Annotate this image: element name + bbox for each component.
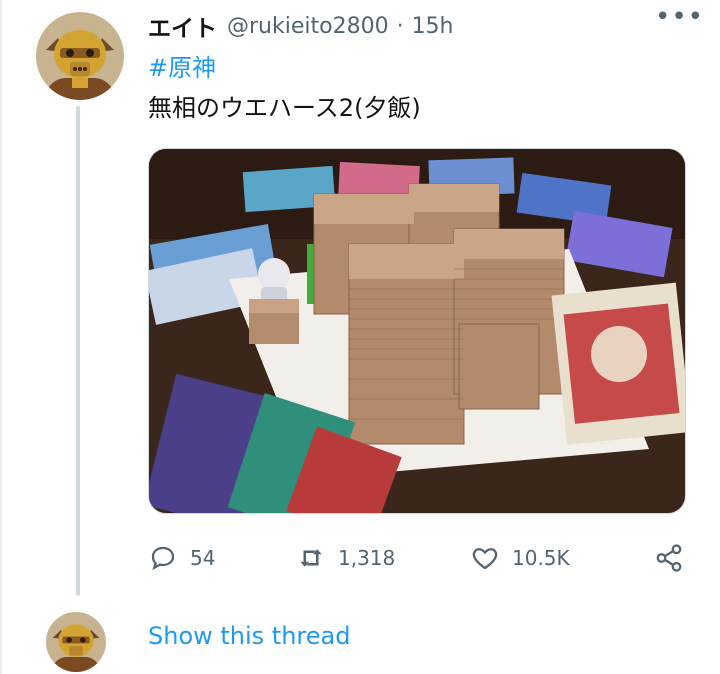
photo-illustration <box>149 149 685 513</box>
retweet-icon <box>300 549 322 567</box>
reply-icon <box>151 546 175 571</box>
show-thread-link[interactable]: Show this thread <box>148 622 350 650</box>
retweet-button[interactable]: 1,318 <box>296 540 395 576</box>
share-button[interactable] <box>654 540 696 576</box>
author-avatar[interactable] <box>36 12 124 100</box>
thread-author-avatar[interactable] <box>46 612 106 672</box>
retweet-count: 1,318 <box>338 546 396 570</box>
author-handle[interactable]: @rukieito2800 <box>227 14 389 39</box>
reply-count: 54 <box>190 546 216 570</box>
tweet-actions-bar: 54 1,318 10.5K <box>148 540 688 576</box>
left-border <box>0 0 2 674</box>
tweet-media-image[interactable] <box>148 148 686 514</box>
reply-button[interactable]: 54 <box>148 540 215 576</box>
tweet-header: エイト @rukieito2800 · 15h <box>148 8 690 44</box>
like-count: 10.5K <box>512 546 570 570</box>
robot-avatar-icon <box>36 12 124 100</box>
more-horizontal-icon: ••• <box>654 2 704 32</box>
like-button[interactable]: 10.5K <box>470 540 570 576</box>
more-options-button[interactable]: ••• <box>655 4 704 30</box>
tweet-text: 無相のウエハース2(夕飯) <box>148 94 421 122</box>
author-name[interactable]: エイト <box>148 9 217 43</box>
share-icon <box>656 544 682 572</box>
robot-avatar-icon <box>46 612 106 672</box>
heart-icon <box>472 548 498 570</box>
separator-dot: · <box>396 13 404 39</box>
hashtag-link[interactable]: #原神 <box>148 48 216 83</box>
tweet-timestamp[interactable]: 15h <box>412 14 454 39</box>
thread-connector-line <box>76 106 80 596</box>
